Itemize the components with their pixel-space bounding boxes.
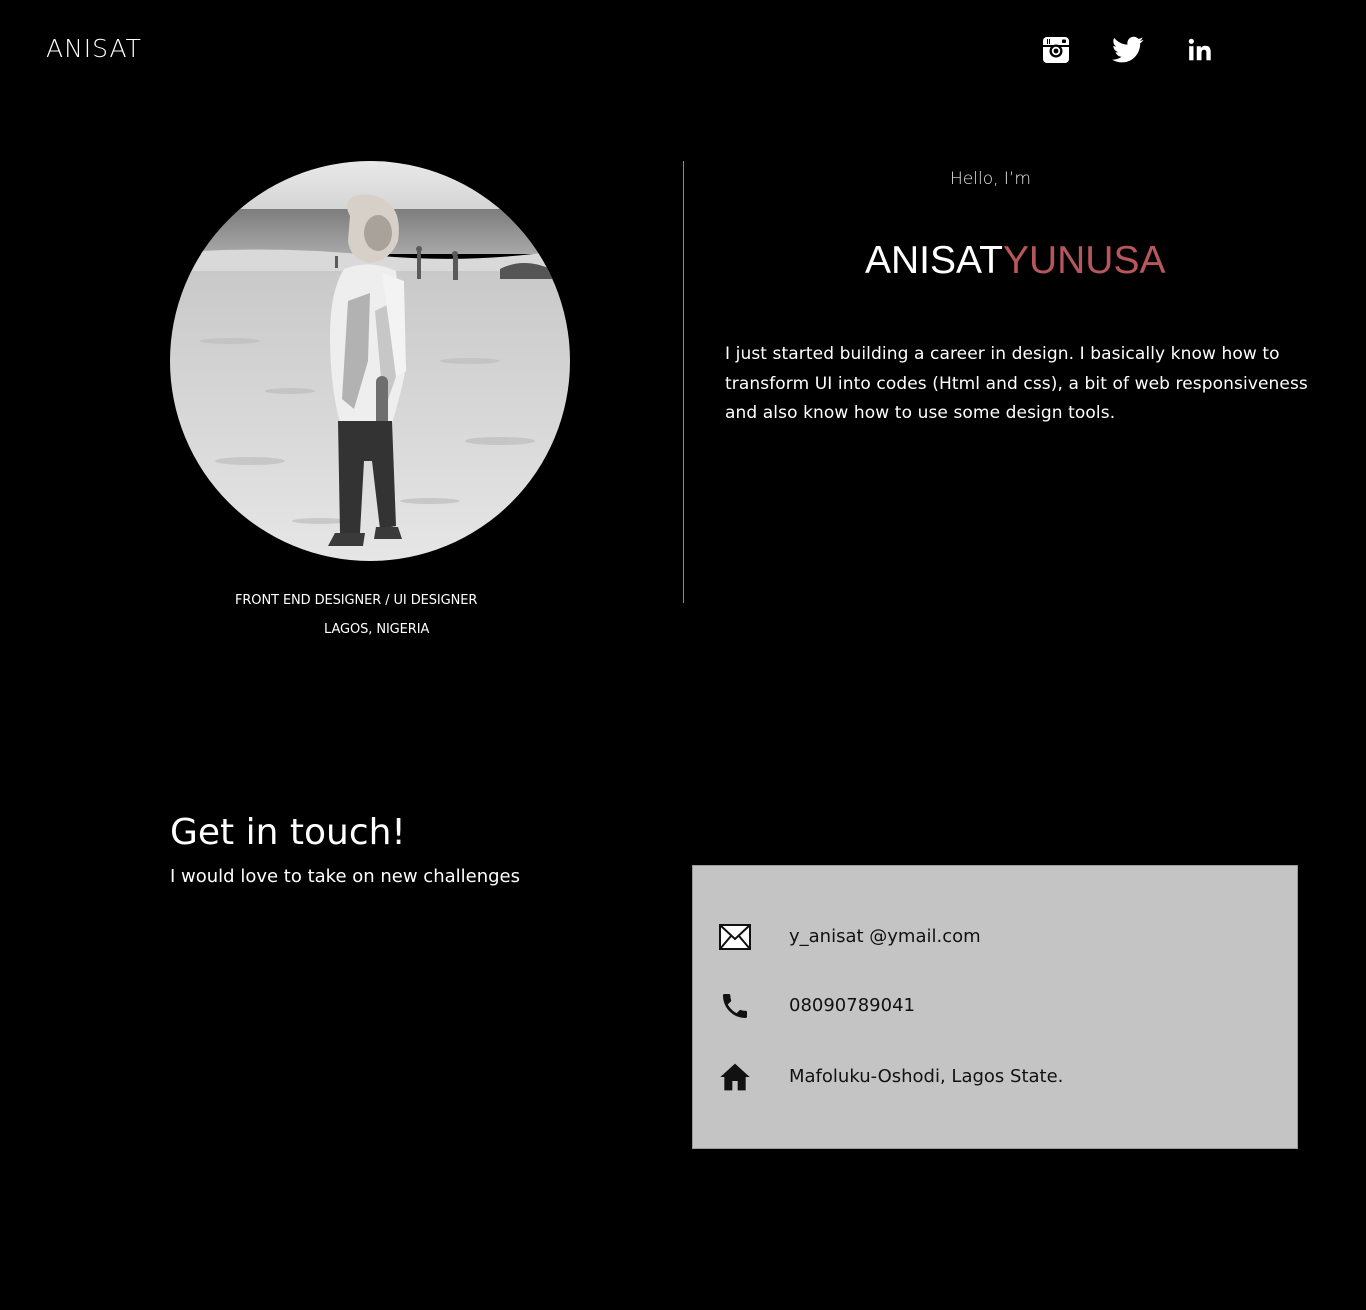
envelope-icon [719,921,751,953]
contact-address: Mafoluku-Oshodi, Lagos State. [789,1066,1064,1087]
profile-photo [170,161,570,561]
contact-subheading: I would love to take on new challenges [170,866,521,887]
phone-icon [719,990,751,1022]
contact-address-row: Mafoluku-Oshodi, Lagos State. [719,1061,1063,1093]
twitter-icon [1112,36,1144,63]
site-logo[interactable]: ANISAT [46,34,142,64]
location-text: LAGOS, NIGERIA [324,622,430,637]
linkedin-link[interactable] [1184,34,1216,66]
vertical-divider [683,161,684,603]
twitter-link[interactable] [1112,34,1144,66]
home-icon [719,1061,751,1093]
instagram-link[interactable] [1040,34,1072,66]
full-name: ANISATYUNUSA [865,238,1166,284]
contact-phone-row[interactable]: 08090789041 [719,990,915,1022]
linkedin-icon [1188,38,1211,61]
last-name: YUNUSA [1002,239,1166,282]
contact-phone[interactable]: 08090789041 [789,994,915,1018]
first-name: ANISAT [865,239,1003,282]
greeting: Hello, I’m [950,169,1031,189]
contact-email[interactable]: y_anisat @ymail.com [789,925,981,949]
contact-card: y_anisat @ymail.com 08090789041 Mafoluku… [692,865,1298,1149]
job-title: FRONT END DESIGNER / UI DESIGNER [235,593,478,608]
contact-heading: Get in touch! [170,812,406,853]
bio-text: I just started building a career in desi… [725,344,1308,423]
contact-email-row[interactable]: y_anisat @ymail.com [719,921,981,953]
instagram-icon [1043,37,1069,63]
